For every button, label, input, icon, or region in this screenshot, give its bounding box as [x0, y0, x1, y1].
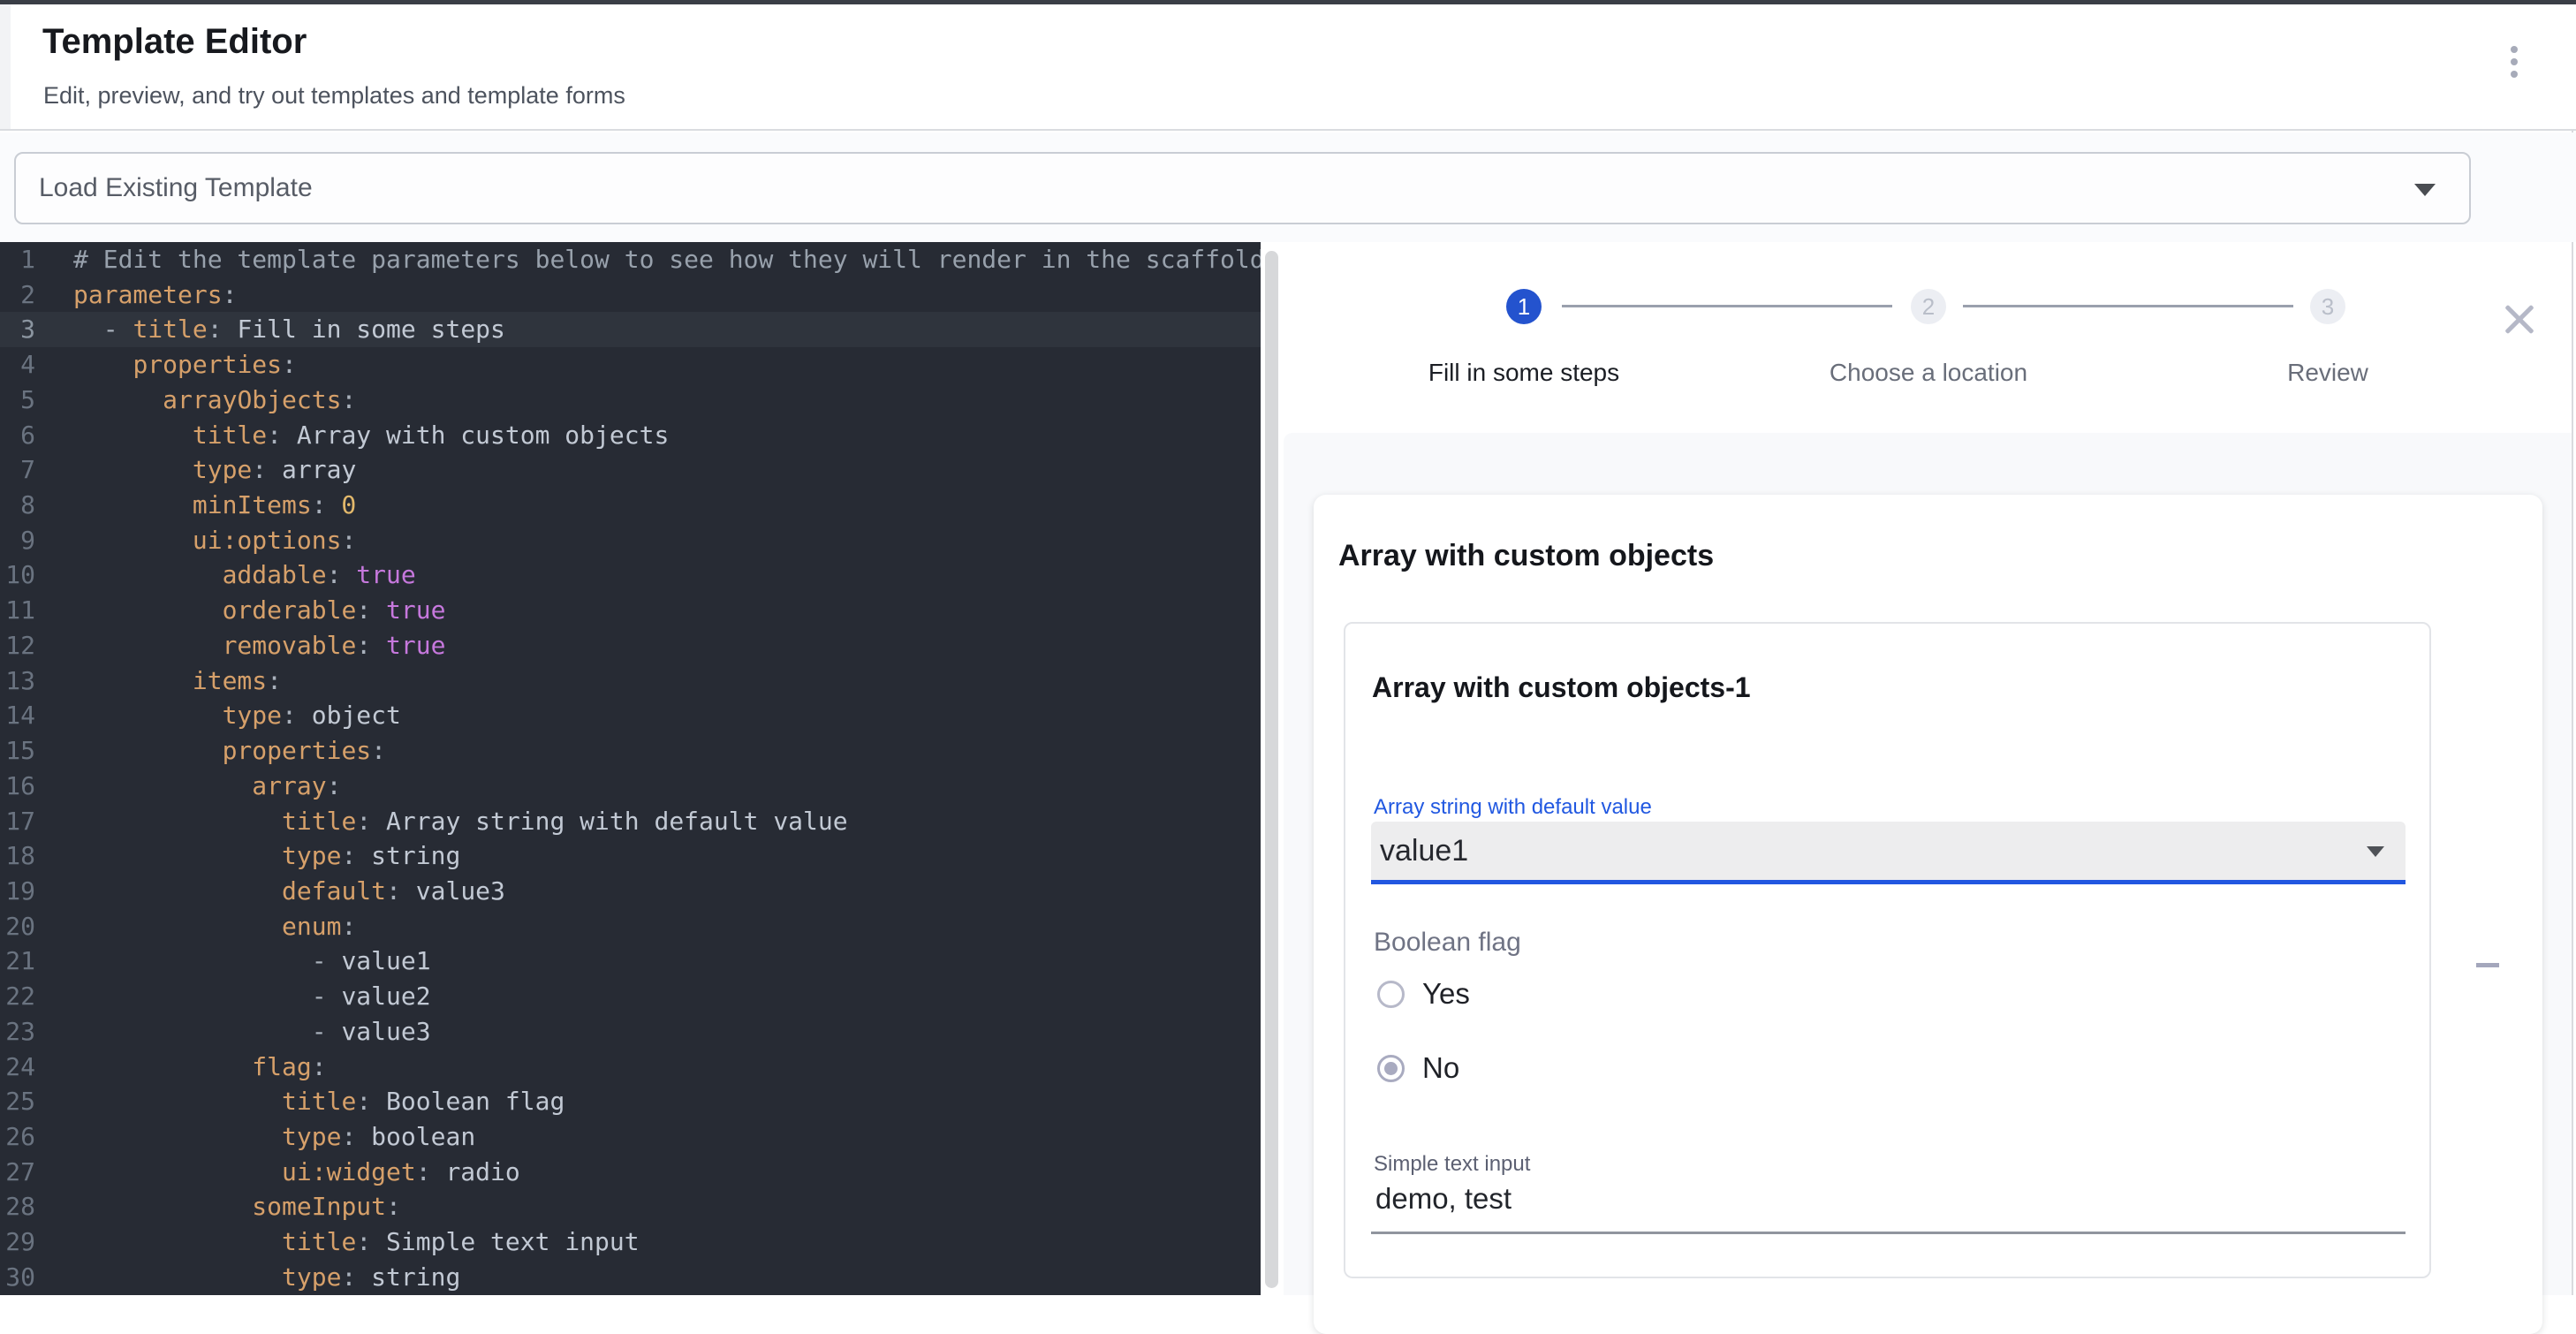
load-template-row: [0, 133, 2576, 242]
radio-option-label: Yes: [1422, 977, 1470, 1011]
code-line: 14 type: object: [0, 698, 1261, 733]
form-card: Array with custom objects Array with cus…: [1314, 495, 2542, 1334]
array-string-select[interactable]: value1: [1371, 822, 2406, 884]
select-field-label: Array string with default value: [1374, 795, 1652, 820]
code-line: 21 - value1: [0, 944, 1261, 979]
header-left-gutter: [0, 4, 11, 129]
code-line: 8 minItems: 0: [0, 488, 1261, 523]
code-line: 23 - value3: [0, 1014, 1261, 1050]
code-line: 28 someInput:: [0, 1189, 1261, 1224]
code-line: 24 flag:: [0, 1050, 1261, 1085]
code-line: 16 array:: [0, 769, 1261, 804]
code-line: 10 addable: true: [0, 557, 1261, 593]
stepper-connector: [1963, 305, 2293, 307]
kebab-menu-icon[interactable]: [2498, 46, 2530, 81]
code-line: 7 type: array: [0, 452, 1261, 488]
close-icon[interactable]: [2503, 302, 2536, 336]
page-title: Template Editor: [42, 22, 307, 62]
code-line: 20 enum:: [0, 909, 1261, 944]
load-template-input[interactable]: [16, 154, 2469, 223]
load-template-select[interactable]: [14, 152, 2471, 224]
radio-option-yes[interactable]: Yes: [1345, 975, 1699, 1012]
code-line: 25 title: Boolean flag: [0, 1084, 1261, 1119]
radio-field-label: Boolean flag: [1374, 928, 1521, 958]
step-circle-2: 2: [1911, 289, 1946, 324]
array-item-title: Array with custom objects-1: [1372, 671, 1751, 704]
array-item-card: Array with custom objects-1 Array string…: [1344, 622, 2431, 1278]
step-circle-1: 1: [1506, 289, 1542, 324]
code-line: 11 orderable: true: [0, 593, 1261, 628]
form-section-title: Array with custom objects: [1338, 539, 1714, 573]
code-line: 6 title: Array with custom objects: [0, 418, 1261, 453]
code-line: 9 ui:options:: [0, 523, 1261, 558]
code-line: 27 ui:widget: radio: [0, 1155, 1261, 1190]
radio-icon: [1377, 1055, 1405, 1082]
code-line: 29 title: Simple text input: [0, 1224, 1261, 1260]
select-field-value: value1: [1380, 834, 1468, 868]
code-line: 2parameters:: [0, 277, 1261, 313]
code-line: 5 arrayObjects:: [0, 383, 1261, 418]
remove-array-item-button[interactable]: [2470, 947, 2505, 982]
minus-icon: [2476, 963, 2499, 967]
code-line: 3 - title: Fill in some steps: [0, 312, 1261, 347]
editor-scrollbar[interactable]: [1265, 251, 1278, 1288]
step-label-fill-in-some-steps: Fill in some steps: [1374, 359, 1674, 387]
code-line: 18 type: string: [0, 838, 1261, 874]
text-field-underline: [1371, 1232, 2406, 1234]
code-line: 17 title: Array string with default valu…: [0, 804, 1261, 839]
step-circle-3: 3: [2310, 289, 2345, 324]
code-line: 1# Edit the template parameters below to…: [0, 242, 1261, 277]
code-line: 12 removable: true: [0, 628, 1261, 663]
header: Template Editor Edit, preview, and try o…: [0, 4, 2576, 131]
caret-down-icon: [2367, 846, 2384, 857]
radio-option-label: No: [1422, 1051, 1459, 1085]
step-label-choose-a-location: Choose a location: [1778, 359, 2079, 387]
text-field-label: Simple text input: [1374, 1152, 1530, 1177]
page-subtitle: Edit, preview, and try out templates and…: [43, 82, 625, 110]
simple-text-input[interactable]: [1375, 1182, 2383, 1216]
code-line: 26 type: boolean: [0, 1119, 1261, 1155]
code-line: 22 - value2: [0, 979, 1261, 1014]
code-lines: 1# Edit the template parameters below to…: [0, 242, 1261, 1295]
code-line: 13 items:: [0, 663, 1261, 699]
radio-icon: [1377, 981, 1405, 1008]
code-line: 19 default: value3: [0, 874, 1261, 909]
code-line: 4 properties:: [0, 347, 1261, 383]
radio-option-no[interactable]: No: [1345, 1050, 1699, 1087]
step-label-review: Review: [2178, 359, 2478, 387]
stepper-connector: [1562, 305, 1892, 307]
caret-down-icon: [2414, 184, 2436, 196]
template-code-editor[interactable]: 1# Edit the template parameters below to…: [0, 242, 1261, 1295]
code-line: 15 properties:: [0, 733, 1261, 769]
code-line: 30 type: string: [0, 1260, 1261, 1295]
